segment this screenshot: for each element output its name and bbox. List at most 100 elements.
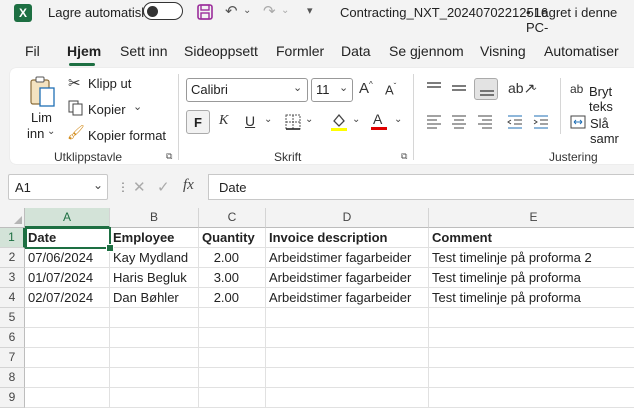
row-header[interactable]: 6 [0,328,25,348]
bold-button[interactable]: F [186,110,210,134]
borders-icon[interactable] [285,114,301,130]
table-cell[interactable]: 2.00 [199,288,266,308]
tab-automate[interactable]: Automatiser [544,43,619,59]
increase-font-size-icon[interactable]: A^ [359,80,373,97]
wrap-text-icon[interactable]: ab [570,82,583,96]
tab-formulas[interactable]: Formler [276,43,324,59]
row-header[interactable]: 4 [0,288,25,308]
underline-dropdown-icon[interactable]: ⌄ [264,114,272,125]
table-cell[interactable]: Arbeidstimer fagarbeider [266,248,429,268]
merge-center-icon[interactable] [570,114,586,130]
paste-icon[interactable] [28,74,56,108]
autosave-toggle[interactable] [143,2,183,20]
table-cell[interactable]: Test timelinje på proforma [429,288,634,308]
empty-cell[interactable] [110,388,199,408]
paste-label-1[interactable]: Lim [31,110,52,125]
decrease-font-size-icon[interactable]: Aˇ [385,82,396,97]
font-color-dropdown-icon[interactable]: ⌄ [394,114,402,125]
empty-cell[interactable] [266,308,429,328]
align-bottom-button[interactable] [474,78,498,100]
italic-button[interactable]: K [219,113,228,129]
formula-input[interactable]: Date [208,174,634,200]
paste-dropdown-icon[interactable]: ⌄ [47,126,55,137]
table-cell[interactable]: 01/07/2024 [25,268,110,288]
empty-cell[interactable] [266,328,429,348]
empty-cell[interactable] [199,368,266,388]
tab-review[interactable]: Se gjennom [389,43,464,59]
row-header[interactable]: 3 [0,268,25,288]
align-center-icon[interactable] [450,114,468,130]
table-cell[interactable]: Test timelinje på proforma [429,268,634,288]
empty-cell[interactable] [429,308,634,328]
font-launcher-icon[interactable]: ⧉ [401,151,407,162]
save-icon[interactable] [196,3,214,21]
align-middle-icon[interactable] [450,80,468,96]
table-cell[interactable]: Arbeidstimer fagarbeider [266,288,429,308]
row-header[interactable]: 1 [0,228,25,248]
row-header[interactable]: 8 [0,368,25,388]
name-box[interactable]: A1 ⌄ [8,174,108,200]
column-header-a[interactable]: A [25,208,110,228]
table-cell[interactable]: Haris Begluk [110,268,199,288]
column-header-d[interactable]: D [266,208,429,228]
orientation-dropdown-icon[interactable]: ⌄ [530,82,538,93]
redo-icon[interactable]: ↷ [263,2,276,20]
undo-dropdown-icon[interactable]: ⌄ [243,5,251,16]
header-cell[interactable]: Quantity [199,228,266,248]
column-header-b[interactable]: B [110,208,199,228]
empty-cell[interactable] [25,368,110,388]
empty-cell[interactable] [266,348,429,368]
format-painter-button[interactable]: Kopier format [88,128,166,143]
empty-cell[interactable] [266,368,429,388]
empty-cell[interactable] [199,348,266,368]
table-cell[interactable]: 3.00 [199,268,266,288]
font-color-icon[interactable]: A [370,110,388,132]
empty-cell[interactable] [110,308,199,328]
more-options-icon[interactable]: ⋮ [117,180,129,194]
empty-cell[interactable] [199,328,266,348]
empty-cell[interactable] [429,388,634,408]
align-left-icon[interactable] [425,114,443,130]
empty-cell[interactable] [429,328,634,348]
underline-button[interactable]: U [245,113,255,129]
increase-indent-icon[interactable] [532,114,550,130]
merge-center-button[interactable]: Slå samr [590,116,634,146]
redo-dropdown-icon[interactable]: ⌄ [281,5,289,16]
tab-page-layout[interactable]: Sideoppsett [184,43,258,59]
tab-file[interactable]: Fil [25,43,40,59]
empty-cell[interactable] [266,388,429,408]
empty-cell[interactable] [110,368,199,388]
fill-color-dropdown-icon[interactable]: ⌄ [352,114,360,125]
empty-cell[interactable] [199,308,266,328]
header-cell[interactable]: Comment [429,228,634,248]
copy-dropdown-icon[interactable]: ⌄ [133,100,142,113]
decrease-indent-icon[interactable] [506,114,524,130]
tab-view[interactable]: Visning [480,43,526,59]
column-header-e[interactable]: E [429,208,634,228]
table-cell[interactable]: Arbeidstimer fagarbeider [266,268,429,288]
row-header[interactable]: 9 [0,388,25,408]
copy-button[interactable]: Kopier [88,102,126,117]
borders-dropdown-icon[interactable]: ⌄ [305,114,313,125]
row-header[interactable]: 7 [0,348,25,368]
empty-cell[interactable] [110,348,199,368]
empty-cell[interactable] [25,328,110,348]
header-cell[interactable]: Employee [110,228,199,248]
font-size-combo[interactable]: 11 ⌄ [311,78,353,102]
paste-label-2[interactable]: inn [27,126,44,141]
row-header[interactable]: 5 [0,308,25,328]
fill-handle[interactable] [106,244,114,252]
empty-cell[interactable] [429,348,634,368]
tab-insert[interactable]: Sett inn [120,43,167,59]
undo-icon[interactable]: ↶ [225,2,238,20]
insert-function-icon[interactable]: fx [183,177,194,194]
align-right-icon[interactable] [476,114,494,130]
clipboard-launcher-icon[interactable]: ⧉ [166,151,172,162]
font-name-combo[interactable]: Calibri ⌄ [186,78,308,102]
empty-cell[interactable] [429,368,634,388]
tab-data[interactable]: Data [341,43,371,59]
wrap-text-button[interactable]: Bryt teks [589,84,634,114]
cut-button[interactable]: Klipp ut [88,76,131,91]
header-cell[interactable]: Invoice description [266,228,429,248]
confirm-formula-icon[interactable]: ✓ [157,178,170,196]
